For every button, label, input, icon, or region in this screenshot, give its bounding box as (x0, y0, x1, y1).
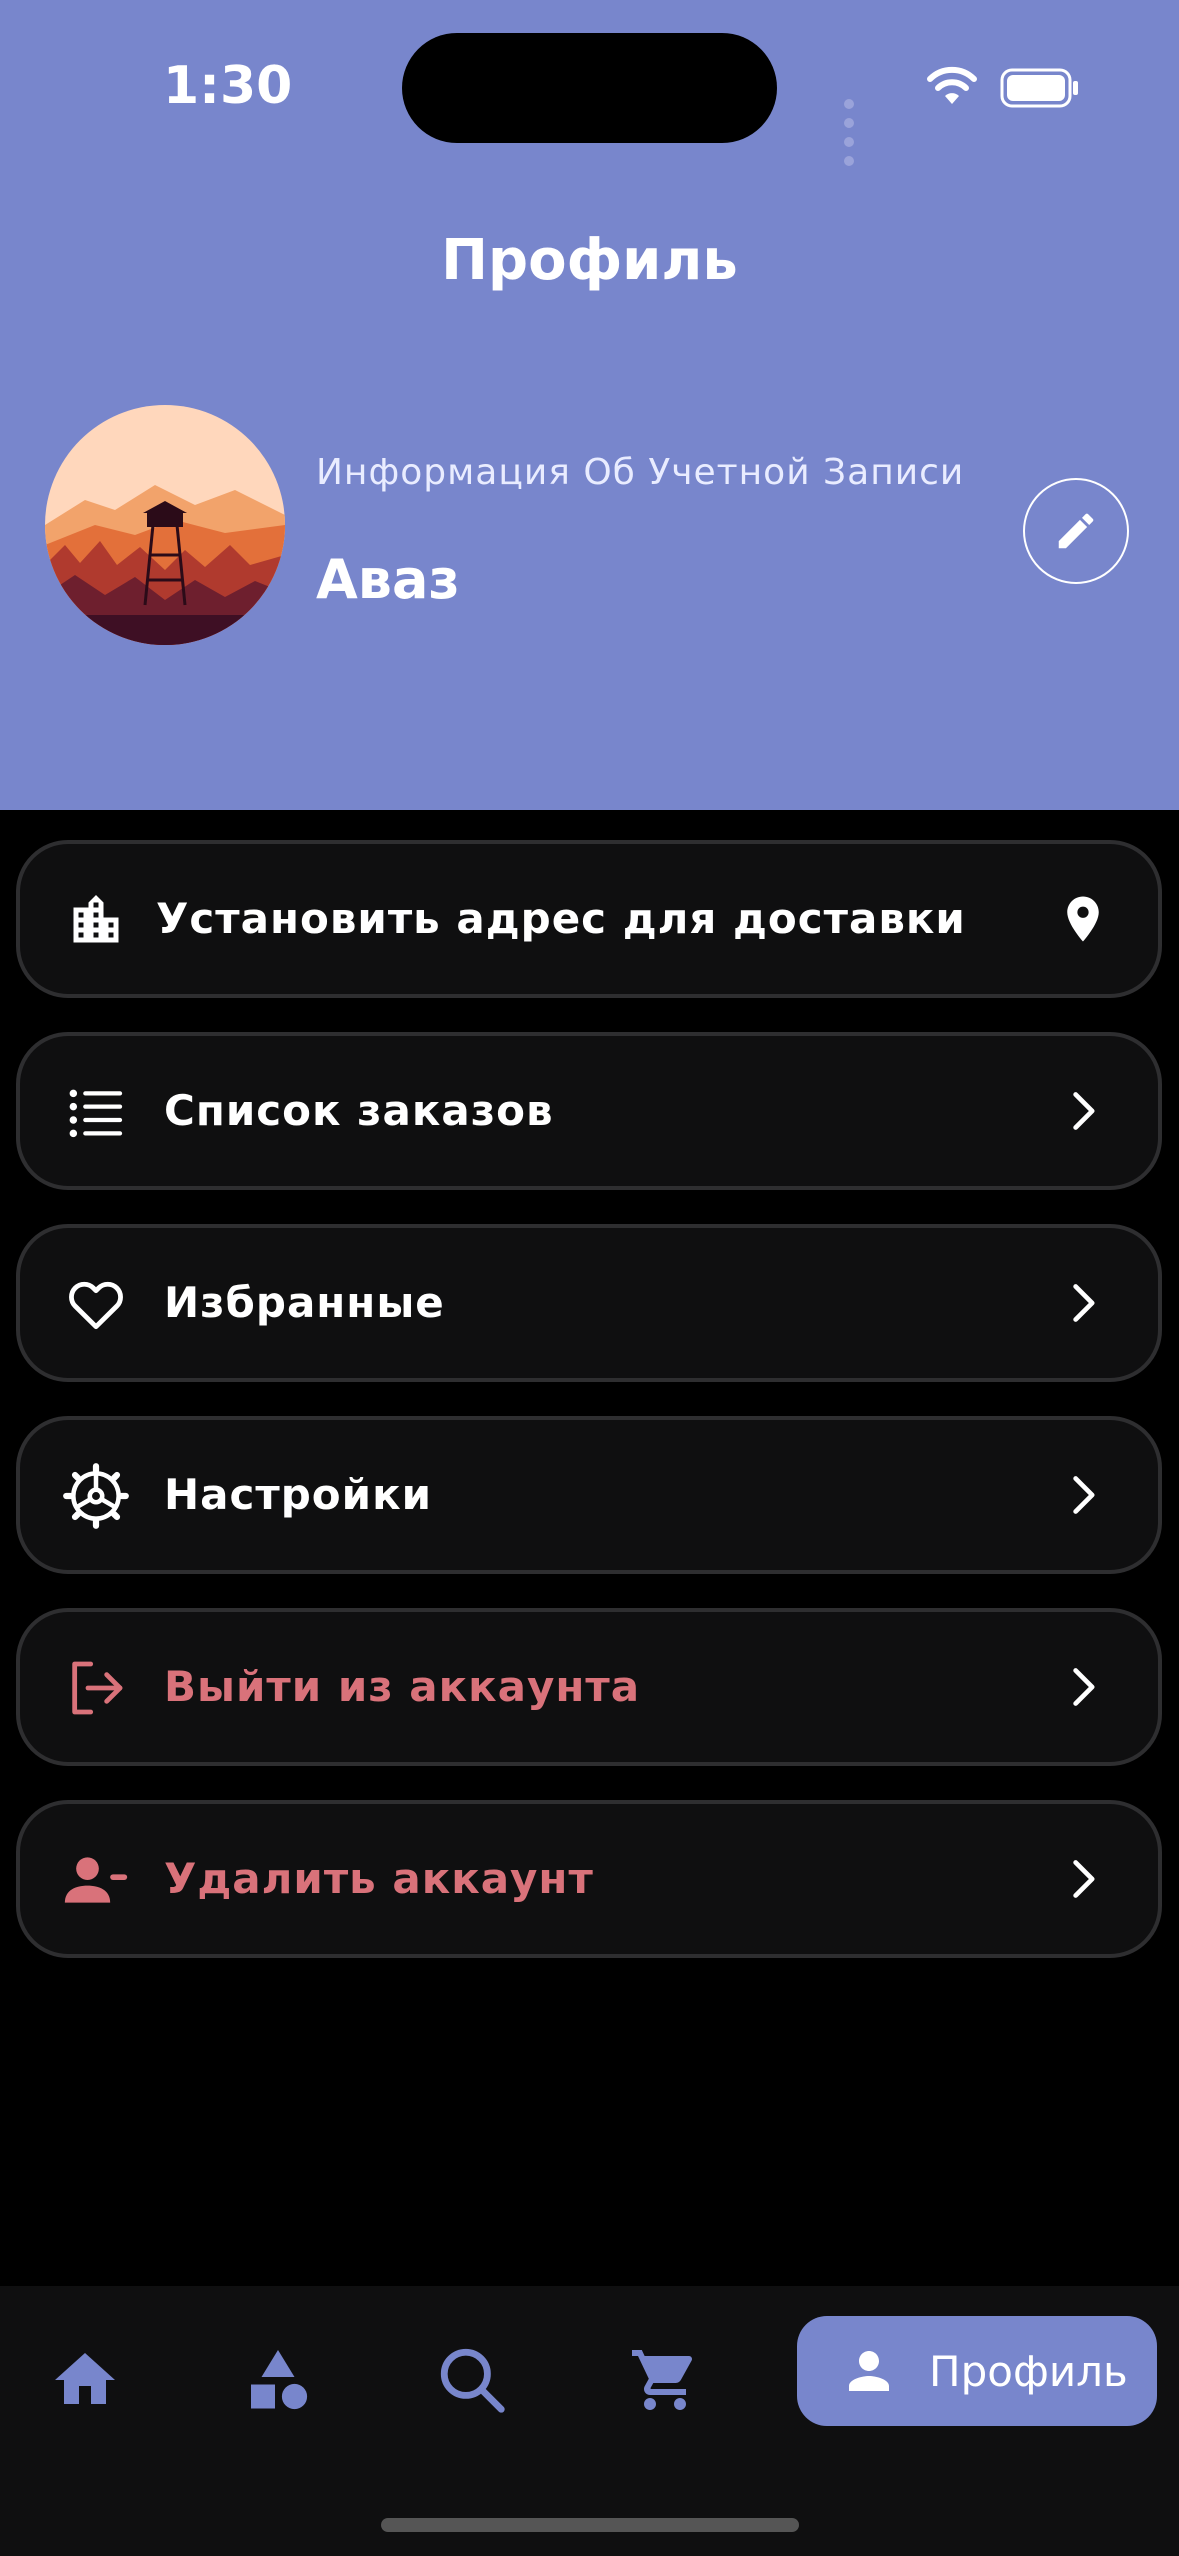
account-info-caption: Информация Об Учетной Записи (316, 452, 965, 493)
search-icon (440, 2348, 505, 2413)
chevron-right-icon (1052, 1080, 1114, 1142)
logout-icon (60, 1652, 132, 1724)
menu-item-label: Выйти из аккаунта (164, 1662, 641, 1711)
page-title: Профиль (441, 228, 738, 293)
nav-search-tab[interactable] (427, 2335, 517, 2425)
list-icon (60, 1076, 132, 1148)
nav-home-tab[interactable] (40, 2335, 130, 2425)
status-time: 1:30 (163, 56, 293, 116)
dynamic-island (402, 33, 777, 143)
gear-icon (60, 1460, 132, 1532)
chevron-right-icon (1052, 1656, 1114, 1718)
settings-button[interactable]: Настройки (16, 1416, 1162, 1574)
delete-account-button[interactable]: Удалить аккаунт (16, 1800, 1162, 1958)
chevron-right-icon (1052, 1848, 1114, 1910)
location-pin-icon (1052, 888, 1114, 950)
nav-profile-tab[interactable]: Профиль (797, 2316, 1157, 2426)
chevron-right-icon (1052, 1464, 1114, 1526)
chevron-right-icon (1052, 1272, 1114, 1334)
menu-item-label: Настройки (164, 1470, 433, 1519)
nav-profile-label: Профиль (929, 2346, 1128, 2396)
person-icon (837, 2339, 901, 2403)
account-name: Аваз (316, 548, 460, 611)
edit-profile-button[interactable] (1023, 478, 1129, 584)
home-indicator[interactable] (381, 2518, 799, 2532)
favorites-button[interactable]: Избранные (16, 1224, 1162, 1382)
menu-item-label: Список заказов (164, 1086, 554, 1135)
orders-list-button[interactable]: Список заказов (16, 1032, 1162, 1190)
pencil-icon (1058, 513, 1094, 549)
menu-item-label: Избранные (164, 1278, 445, 1327)
wifi-icon (927, 66, 977, 104)
menu-item-label: Установить адрес для доставки (156, 894, 966, 943)
avatar (45, 405, 285, 645)
set-delivery-address-button[interactable]: Установить адрес для доставки (16, 840, 1162, 998)
heart-icon (60, 1268, 132, 1340)
nav-cart-tab[interactable] (620, 2335, 710, 2425)
cart-icon (632, 2350, 693, 2410)
signal-icon (844, 94, 857, 170)
building-icon (60, 884, 132, 956)
categories-icon (251, 2350, 308, 2410)
menu-item-label: Удалить аккаунт (164, 1854, 594, 1903)
battery-icon (1000, 68, 1078, 108)
nav-categories-tab[interactable] (233, 2335, 323, 2425)
logout-button[interactable]: Выйти из аккаунта (16, 1608, 1162, 1766)
person-remove-icon (60, 1844, 132, 1916)
home-icon (55, 2353, 115, 2404)
